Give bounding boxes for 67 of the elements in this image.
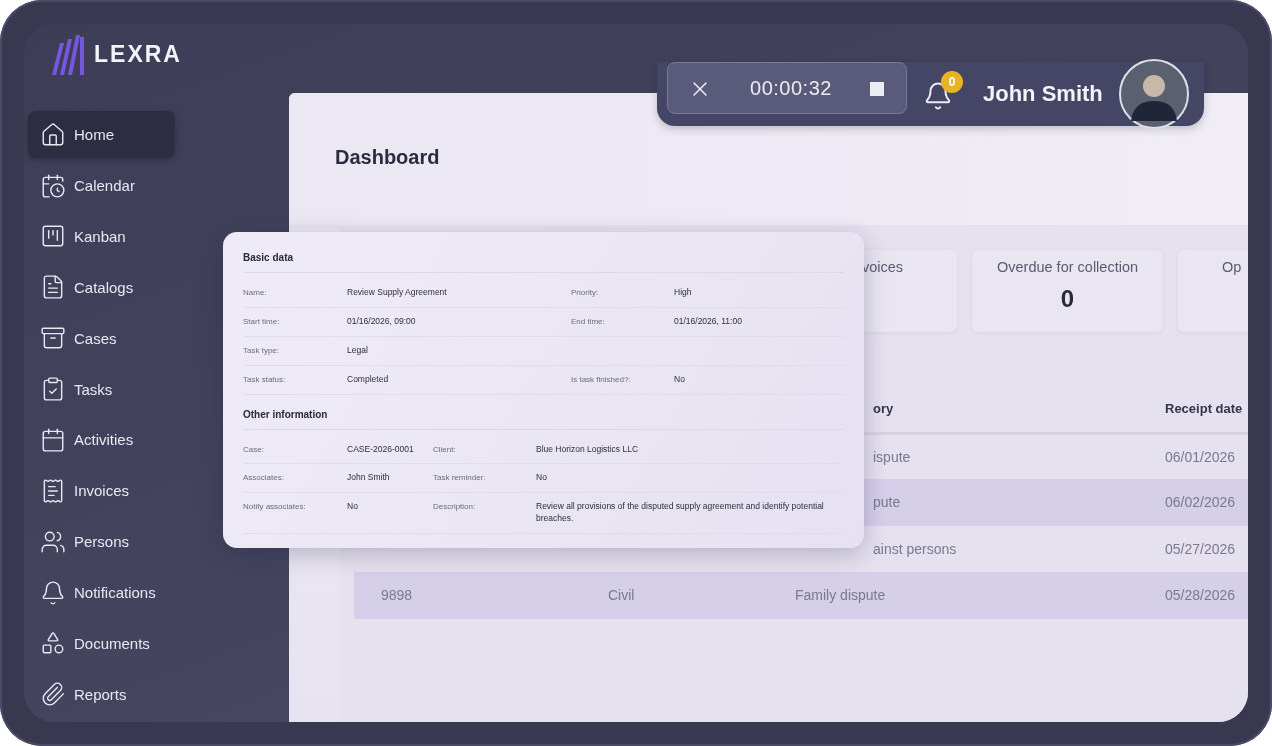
table-cell: 9898 bbox=[381, 587, 413, 604]
table-cell: 06/02/2026 bbox=[1165, 494, 1236, 511]
table-cell: Civil bbox=[608, 587, 635, 604]
logo-text: LEXRA bbox=[94, 41, 182, 69]
stat-value: 0 bbox=[1060, 285, 1075, 313]
bell-icon bbox=[40, 579, 66, 606]
nav-item[interactable]: Notifications bbox=[28, 569, 175, 616]
section-title: Basic data bbox=[243, 252, 844, 273]
field-value: No bbox=[536, 472, 548, 485]
nav-item[interactable]: Documents bbox=[28, 620, 175, 667]
field-label: Task reminder: bbox=[433, 472, 487, 483]
house-icon bbox=[40, 121, 66, 148]
notification-badge: 0 bbox=[941, 71, 963, 93]
table-cell: ispute bbox=[873, 449, 911, 465]
field-label: Notify associates: bbox=[243, 501, 307, 512]
user-name: John Smith bbox=[983, 81, 1103, 107]
field-label: Name: bbox=[243, 287, 268, 297]
section-title: Other information bbox=[243, 408, 844, 430]
nav-item[interactable]: Tasks bbox=[28, 365, 175, 413]
field-value: Legal bbox=[347, 344, 369, 357]
timer-text: 00:00:32 bbox=[750, 77, 832, 100]
field-value: Review Supply Agreement bbox=[347, 287, 448, 299]
field-value: John Smith bbox=[347, 472, 391, 485]
nav-item[interactable]: Reports bbox=[28, 671, 175, 718]
column-header: Receipt date bbox=[1165, 400, 1243, 416]
field-label: Client: bbox=[433, 443, 457, 454]
nav-item[interactable]: Calendar bbox=[28, 162, 175, 209]
field-value: Completed bbox=[347, 373, 390, 386]
calendar-icon bbox=[40, 426, 66, 453]
field-label: Description: bbox=[433, 501, 477, 512]
nav-item[interactable]: Persons bbox=[28, 518, 175, 565]
field-value: High bbox=[674, 287, 693, 299]
table-cell: Family dispute bbox=[795, 587, 886, 604]
table-cell: 05/27/2026 bbox=[1165, 540, 1236, 557]
table-cell: 05/28/2026 bbox=[1165, 587, 1236, 604]
field-label: Task status: bbox=[243, 373, 287, 384]
stat-label: Overdue for collection bbox=[996, 259, 1138, 275]
field-label: Priority: bbox=[571, 287, 600, 297]
field-value: Blue Horizon Logistics LLC bbox=[536, 443, 640, 456]
avatar[interactable] bbox=[1118, 59, 1189, 129]
field-value: 01/16/2026, 09:00 bbox=[347, 315, 417, 328]
field-value: No bbox=[674, 373, 686, 386]
paperclip-icon bbox=[40, 681, 66, 708]
stat-label: Op bbox=[1222, 259, 1242, 275]
field-label: Task type: bbox=[243, 344, 280, 355]
nav-item[interactable]: Home bbox=[28, 111, 175, 158]
field-label: Is task finished?: bbox=[571, 373, 632, 384]
field-label: Start time: bbox=[243, 315, 281, 326]
table-cell: 06/01/2026 bbox=[1165, 449, 1236, 465]
column-header: ory bbox=[873, 400, 894, 416]
field-label: End time: bbox=[571, 315, 606, 326]
nav-item[interactable]: Cases bbox=[28, 314, 175, 362]
page-title: Dashboard bbox=[335, 145, 440, 169]
nav-item[interactable]: Invoices bbox=[28, 467, 175, 514]
field-value: No bbox=[347, 501, 359, 514]
field-label: Case: bbox=[243, 443, 265, 454]
table-cell: pute bbox=[873, 494, 901, 511]
field-value: CASE-2026-0001 bbox=[347, 443, 415, 456]
nav-item[interactable]: Activities bbox=[28, 416, 175, 464]
stat-label: voices bbox=[862, 259, 904, 275]
table-cell: ainst persons bbox=[873, 540, 957, 557]
nav-item[interactable]: Catalogs bbox=[28, 264, 175, 311]
calendar-icon bbox=[40, 172, 66, 199]
nav-item[interactable]: Kanban bbox=[28, 213, 175, 260]
field-value: Review all provisions of the disputed supply agreement and identify potential breaches. bbox=[536, 501, 825, 526]
field-value: 01/16/2026, 11:00 bbox=[674, 315, 743, 328]
field-label: Associates: bbox=[243, 472, 285, 483]
